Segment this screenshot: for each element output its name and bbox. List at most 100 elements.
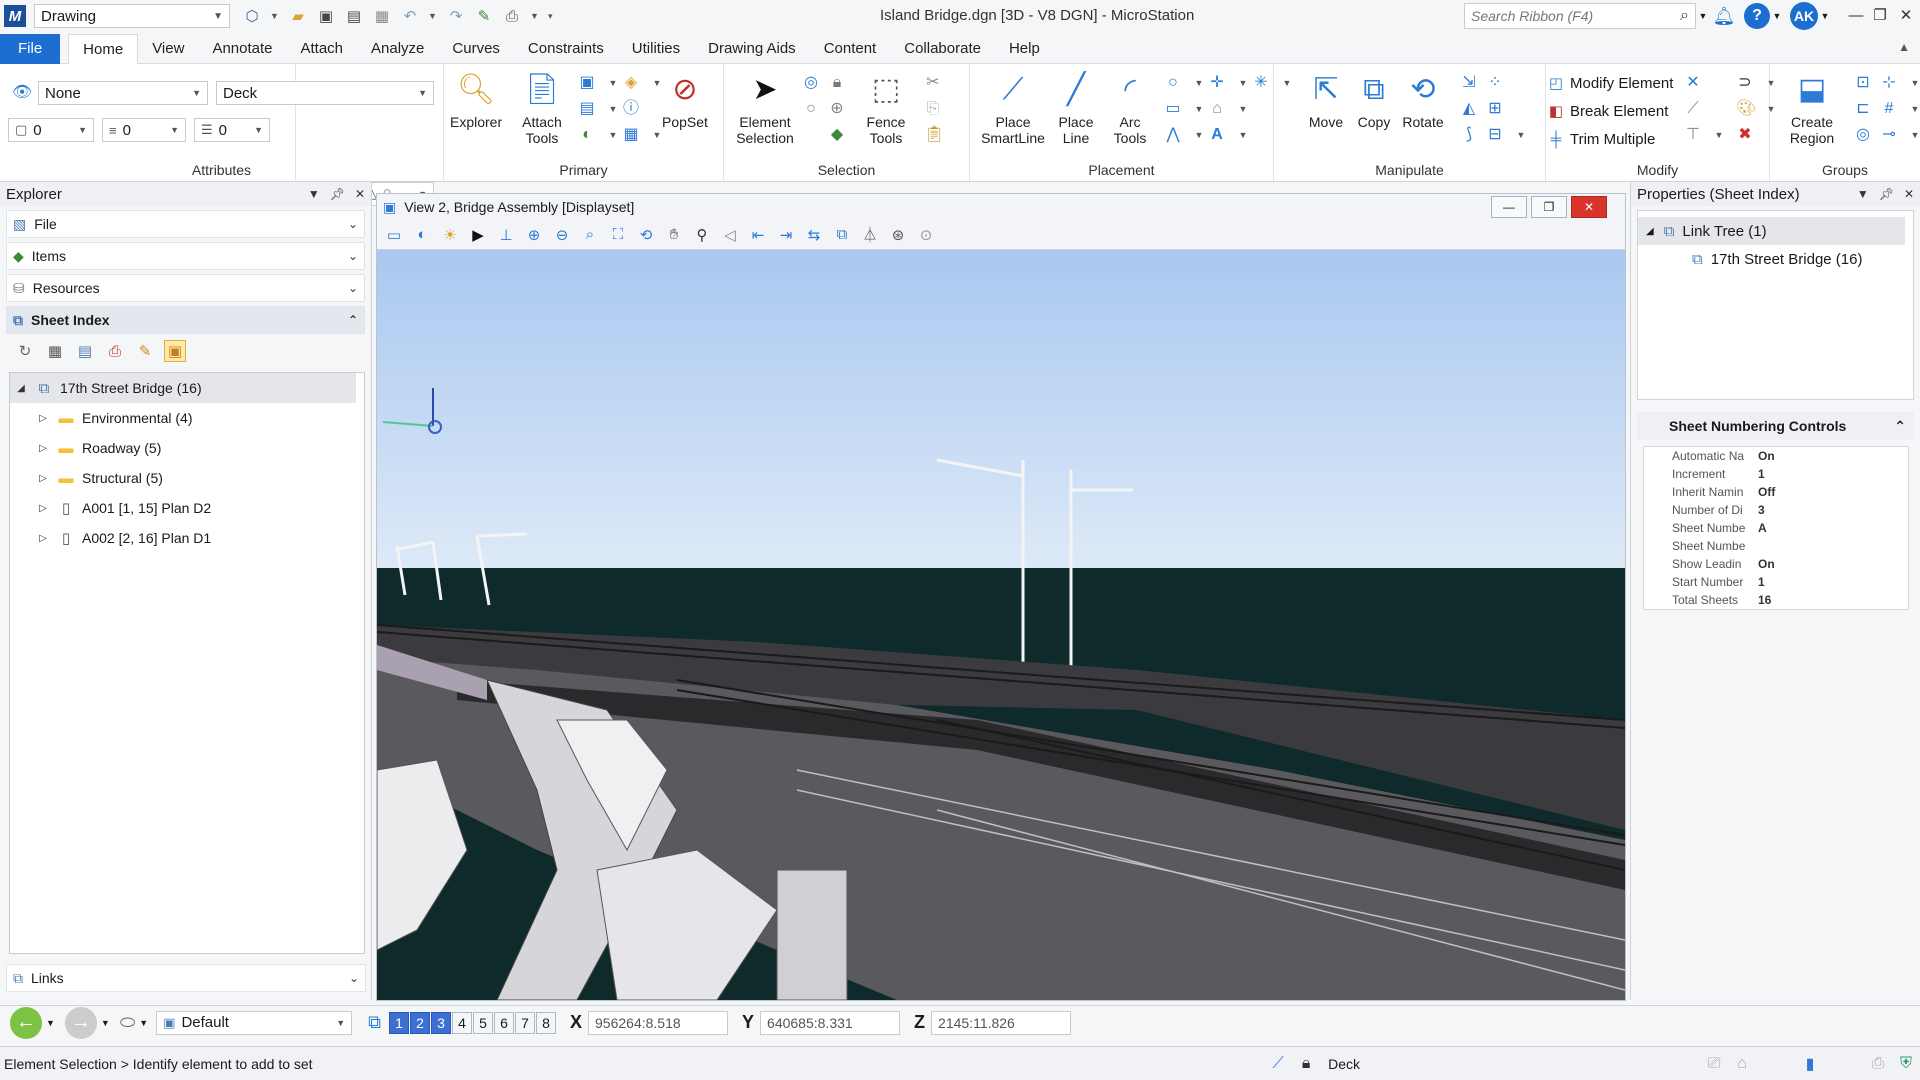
tab-home[interactable]: Home: [68, 33, 139, 65]
chevron-down-icon[interactable]: ▼: [1190, 126, 1208, 144]
trim-icon[interactable]: ✕: [1684, 74, 1702, 92]
explorer-section-resources[interactable]: ⛁ Resources ⌄: [6, 274, 365, 302]
explorer-section-items[interactable]: ◆ Items ⌄: [6, 242, 365, 270]
extend-icon[interactable]: ⟋: [1684, 100, 1702, 118]
group-holes-icon[interactable]: ⊏: [1854, 100, 1872, 118]
save-icon[interactable]: ▣: [316, 6, 336, 26]
print-icon[interactable]: ⎙: [502, 6, 522, 26]
copy-view-icon[interactable]: ⇆: [805, 226, 823, 244]
chevron-down-icon[interactable]: ▼: [1190, 74, 1208, 92]
fillet-icon[interactable]: ⊃: [1736, 74, 1754, 92]
customize-qat-icon[interactable]: ▾: [548, 11, 558, 22]
zoom-in-icon[interactable]: ⊕: [525, 226, 543, 244]
pan-view-icon[interactable]: ✋︎: [665, 226, 683, 244]
view-toggle-2[interactable]: 2: [410, 1011, 430, 1034]
view-close-icon[interactable]: ✕: [1571, 196, 1607, 218]
tab-constraints[interactable]: Constraints: [514, 34, 618, 64]
group-icon[interactable]: ⊕: [828, 100, 846, 118]
security-shield-icon[interactable]: ⛨: [1892, 1055, 1920, 1073]
rotate-view-icon[interactable]: ⟲: [637, 226, 655, 244]
message-center-icon[interactable]: ⎙: [1864, 1055, 1892, 1073]
view-minimize-icon[interactable]: —: [1491, 196, 1527, 218]
move-button[interactable]: ⇱ Move: [1306, 70, 1346, 131]
tab-annotate[interactable]: Annotate: [198, 34, 286, 64]
raster-icon[interactable]: ▦: [622, 126, 640, 144]
chevron-down-icon[interactable]: ▼: [1820, 3, 1830, 29]
snc-row[interactable]: Inherit Namin Off: [1644, 483, 1908, 501]
fly-icon[interactable]: ◁: [721, 226, 739, 244]
bell-icon[interactable]: 🔔︎: [1712, 3, 1736, 29]
chevron-down-icon[interactable]: ▼: [270, 11, 280, 21]
view-settings-icon[interactable]: ⊙: [917, 226, 935, 244]
clip-volume-icon[interactable]: ⊥: [497, 226, 515, 244]
add-sheet-icon[interactable]: ▤: [74, 340, 96, 362]
expand-icon[interactable]: ▷: [36, 413, 50, 424]
avatar[interactable]: AK: [1790, 2, 1818, 30]
display-style-icon[interactable]: ◐: [413, 226, 431, 244]
collapse-icon[interactable]: ◢: [14, 383, 28, 394]
level-dropdown[interactable]: None ▼: [38, 81, 208, 105]
microstation-logo-icon[interactable]: M: [4, 5, 26, 27]
ungroup-icon[interactable]: ⊹: [1880, 74, 1898, 92]
design-history-icon[interactable]: ⎚: [1700, 1055, 1728, 1073]
redo-icon[interactable]: ↷: [446, 6, 466, 26]
chevron-down-icon[interactable]: ▼: [1906, 100, 1920, 118]
model-icon[interactable]: ▮: [1796, 1054, 1824, 1074]
tree-item-environmental[interactable]: ▷ ▬ Environmental (4): [10, 403, 364, 433]
fit-view-icon[interactable]: ⛶: [609, 226, 627, 244]
view-attributes-icon[interactable]: ▭: [385, 226, 403, 244]
expand-icon[interactable]: ▷: [36, 443, 50, 454]
trim-multiple-button[interactable]: ╪ Trim Multiple: [1546, 128, 1656, 150]
chevron-down-icon[interactable]: ▼: [1234, 100, 1252, 118]
link-tree-root[interactable]: ◢ ⧉ Link Tree (1): [1638, 217, 1905, 245]
scale-icon[interactable]: ⇲: [1460, 74, 1478, 92]
chevron-down-icon[interactable]: ▼: [604, 126, 622, 144]
views-icon[interactable]: ⧉: [368, 1012, 381, 1033]
chevron-down-icon[interactable]: ▼: [101, 1018, 110, 1028]
level-lock-icon[interactable]: 🔒︎: [1292, 1055, 1320, 1073]
rotate-button[interactable]: ⟲ Rotate: [1400, 70, 1446, 131]
snc-row[interactable]: Sheet Numbe: [1644, 537, 1908, 555]
spin-icon[interactable]: ⊟: [1486, 126, 1504, 144]
accusnap-icon[interactable]: ⟋: [1264, 1055, 1292, 1073]
expand-icon[interactable]: ▷: [36, 473, 50, 484]
close-icon[interactable]: ✕: [1904, 187, 1914, 201]
tab-utilities[interactable]: Utilities: [618, 34, 694, 64]
circle-select-icon[interactable]: ○: [802, 100, 820, 118]
view-next-icon[interactable]: ⇥: [777, 226, 795, 244]
align-icon[interactable]: ⊞: [1486, 100, 1504, 118]
chevron-down-icon[interactable]: ▼: [428, 11, 438, 21]
view-toggle-3[interactable]: 3: [431, 1011, 451, 1034]
display-styles-icon[interactable]: ◐: [578, 126, 596, 144]
element-selection-button[interactable]: ➤ Element Selection: [732, 70, 798, 147]
open-folder-icon[interactable]: ▰: [288, 6, 308, 26]
view-group-dropdown[interactable]: ▣ Default ▼: [156, 1010, 353, 1035]
tab-help[interactable]: Help: [995, 34, 1054, 64]
copy-button[interactable]: ⧉ Copy: [1354, 70, 1394, 131]
chevron-down-icon[interactable]: ▼: [1234, 126, 1252, 144]
tree-item-17th-street-bridge[interactable]: ◢ ⧉ 17th Street Bridge (16): [10, 373, 356, 403]
tab-curves[interactable]: Curves: [438, 34, 514, 64]
view-toggle-7[interactable]: 7: [515, 1011, 535, 1034]
attach-tools-button[interactable]: 📄︎ Attach Tools: [516, 70, 568, 147]
zoom-out-icon[interactable]: ⊖: [553, 226, 571, 244]
explorer-section-sheet-index[interactable]: ⧉ Sheet Index ⌃: [6, 306, 365, 334]
tab-content[interactable]: Content: [810, 34, 891, 64]
collapse-ribbon-icon[interactable]: ▲: [1898, 40, 1910, 54]
element-info-icon[interactable]: ⓘ: [622, 100, 640, 118]
batch-print-icon[interactable]: ⎙: [104, 340, 126, 362]
tree-item-structural[interactable]: ▷ ▬ Structural (5): [10, 463, 364, 493]
z-coordinate-field[interactable]: 2145:11.826: [931, 1010, 1072, 1035]
window-section-icon[interactable]: ⧉: [833, 226, 851, 244]
snc-row[interactable]: Automatic Na On: [1644, 447, 1908, 465]
bridge-3d-model[interactable]: [377, 250, 1625, 1000]
expand-icon[interactable]: ▷: [36, 503, 50, 514]
view-group-icon[interactable]: ⬭: [120, 1012, 135, 1033]
view-restore-icon[interactable]: ❐: [1531, 196, 1567, 218]
pin-icon[interactable]: 📌︎: [1879, 187, 1894, 201]
tab-attach[interactable]: Attach: [287, 34, 358, 64]
panel-menu-icon[interactable]: ▼: [1857, 187, 1869, 201]
chevron-down-icon[interactable]: ▼: [1698, 3, 1708, 29]
line-style-dropdown[interactable]: ≡ 0 ▼: [102, 118, 186, 142]
link-tree-child[interactable]: ⧉ 17th Street Bridge (16): [1638, 245, 1913, 273]
